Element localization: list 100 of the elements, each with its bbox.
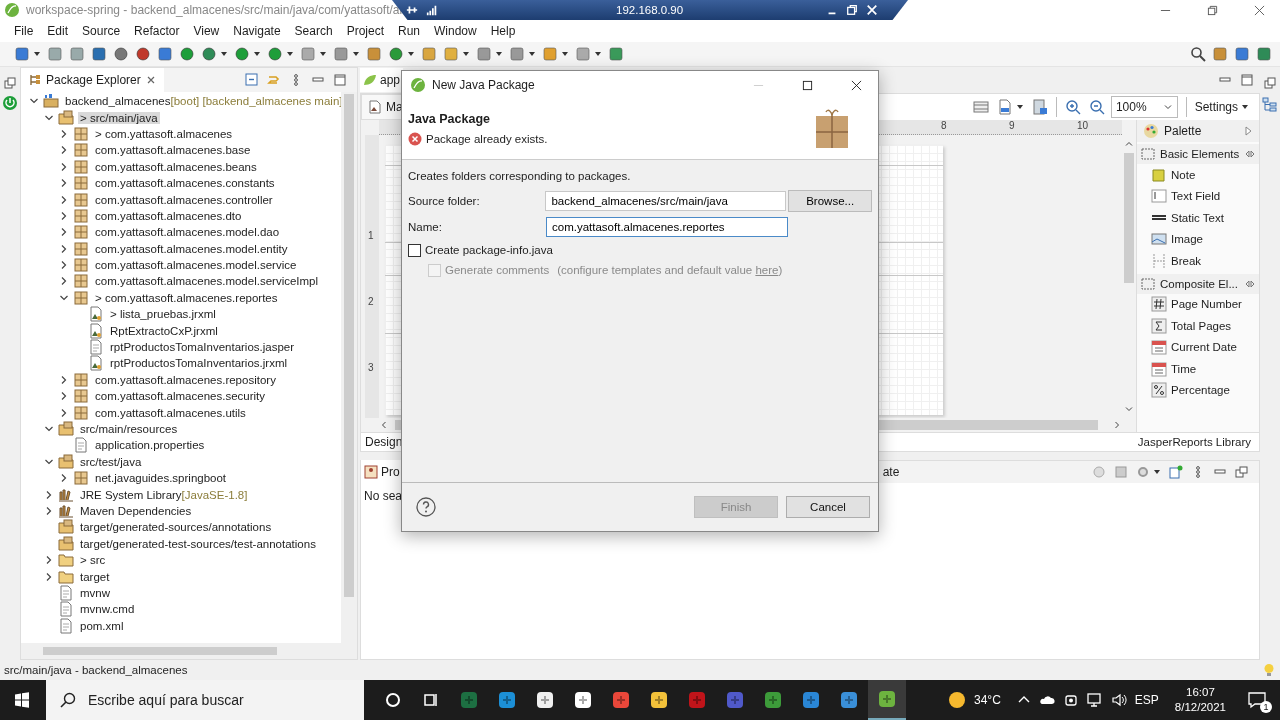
tree-item[interactable]: target/generated-sources/annotations — [78, 521, 274, 534]
tree-item[interactable]: > lista_pruebas.jrxml — [108, 308, 218, 321]
tree-item[interactable]: net.javaguides.springboot — [93, 472, 229, 485]
tree-item[interactable]: pom.xml — [78, 619, 126, 632]
menu-item[interactable]: Edit — [40, 24, 76, 38]
menu-item[interactable]: Refactor — [127, 24, 187, 38]
tree-item[interactable]: mvnw — [78, 586, 113, 599]
browse-button[interactable]: Browse... — [788, 190, 872, 212]
input-field[interactable]: com.yattasoft.almacenes.reportes — [546, 217, 788, 237]
caret-icon[interactable] — [561, 50, 569, 58]
chevron-icon[interactable] — [59, 178, 69, 189]
chevron-icon[interactable] — [44, 505, 54, 516]
search-field[interactable]: Escribe aquí para buscar — [46, 680, 364, 720]
tree-item[interactable]: RptExtractoCxP.jrxml — [108, 324, 220, 337]
tree-item[interactable]: > com.yattasoft.almacenes.reportes — [93, 291, 280, 304]
tree-item[interactable]: src/test/java — [78, 455, 144, 468]
network-icon[interactable] — [1086, 692, 1103, 708]
tree-item[interactable]: rptProductosTomaInventarios.jasper — [108, 341, 297, 354]
chevron-icon[interactable] — [59, 407, 69, 418]
chevron-icon[interactable] — [59, 276, 69, 287]
horizontal-scrollbar[interactable] — [21, 643, 357, 659]
checkbox-label[interactable]: Create package-info.java — [425, 244, 553, 256]
chevron-icon[interactable] — [44, 571, 54, 582]
close-icon[interactable] — [1254, 4, 1265, 16]
band-icon[interactable] — [972, 99, 989, 115]
tree-item[interactable]: > src — [78, 554, 108, 567]
tree-item[interactable]: mvnw.cmd — [78, 603, 137, 616]
chevron-icon[interactable] — [59, 194, 69, 205]
restore-icon[interactable] — [1207, 4, 1218, 16]
tree-item[interactable]: com.yattasoft.almacenes.constants — [93, 177, 277, 190]
menu-item[interactable]: View — [186, 24, 227, 38]
windows-icon[interactable] — [14, 692, 30, 708]
vertical-scrollbar[interactable] — [341, 92, 357, 643]
menu-item[interactable]: Search — [287, 24, 340, 38]
maximize-icon[interactable] — [802, 79, 813, 91]
search-icon[interactable] — [1190, 46, 1206, 62]
view-tab[interactable]: Package Explorer — [21, 68, 164, 92]
caret-icon[interactable] — [286, 50, 294, 58]
caret-icon[interactable] — [594, 50, 602, 58]
caret-icon[interactable] — [319, 50, 327, 58]
tree-item[interactable]: com.yattasoft.almacenes.model.service — [93, 259, 299, 272]
close-icon[interactable] — [145, 75, 156, 85]
zoom-in-icon[interactable] — [1064, 99, 1081, 115]
menu-item[interactable]: Help — [483, 24, 523, 38]
tree-item[interactable]: > com.yattasoft.almacenes — [93, 127, 235, 140]
caret-icon[interactable] — [220, 50, 228, 58]
clock[interactable]: 16:07 8/12/2021 — [1174, 685, 1226, 715]
chevron-icon[interactable] — [59, 128, 69, 139]
tree-item[interactable]: com.yattasoft.almacenes.controller — [93, 193, 275, 206]
palette-item[interactable]: Break — [1137, 250, 1259, 272]
caret-icon[interactable] — [495, 50, 503, 58]
editor-tab[interactable]: app — [360, 68, 404, 92]
caret-icon[interactable] — [1153, 468, 1161, 476]
menu-item[interactable]: Run — [391, 24, 427, 38]
palette-group[interactable]: Basic Elements — [1137, 144, 1259, 164]
chevron-icon[interactable] — [59, 145, 69, 156]
caret-icon[interactable] — [1015, 103, 1024, 111]
palette-item[interactable]: Static Text — [1137, 207, 1259, 229]
menu-item[interactable]: File — [7, 24, 41, 38]
palette-item[interactable]: Current Date — [1137, 336, 1259, 358]
temperature[interactable]: 34°C — [974, 693, 1001, 707]
chevron-icon[interactable] — [59, 243, 69, 254]
chevron-icon[interactable] — [44, 555, 54, 566]
caret-icon[interactable] — [33, 50, 41, 58]
menu-item[interactable]: Window — [427, 24, 484, 38]
chevron-icon[interactable] — [59, 391, 69, 402]
palette-item[interactable]: Image — [1137, 228, 1259, 250]
tree-item[interactable]: com.yattasoft.almacenes.security — [93, 390, 267, 403]
cortana-icon[interactable] — [383, 690, 403, 710]
tree-item[interactable]: com.yattasoft.almacenes.model.dao — [93, 226, 282, 239]
caret-icon[interactable] — [462, 50, 470, 58]
palette-item[interactable]: Total Pages — [1137, 315, 1259, 337]
notification-button[interactable]: 1 — [1234, 680, 1280, 720]
outline-icon[interactable] — [1262, 97, 1278, 113]
restore-icon[interactable] — [846, 4, 858, 16]
palette-item[interactable]: Time — [1137, 358, 1259, 380]
input-field[interactable]: backend_almacenes/src/main/java — [545, 191, 787, 211]
tree-item[interactable]: Maven Dependencies — [78, 504, 194, 517]
camera-icon[interactable] — [1062, 692, 1079, 708]
input-language[interactable]: ESP — [1134, 693, 1159, 707]
tree-item[interactable]: com.yattasoft.almacenes.model.entity — [93, 242, 290, 255]
chevron-icon[interactable] — [44, 489, 54, 500]
tree-item[interactable]: > src/main/java — [78, 111, 160, 124]
zoom-out-icon[interactable] — [1088, 99, 1105, 115]
caret-icon[interactable] — [352, 50, 360, 58]
speaker-icon[interactable] — [1110, 692, 1127, 708]
export-icon[interactable] — [1031, 99, 1048, 115]
caret-icon[interactable] — [528, 50, 536, 58]
tree-item[interactable]: com.yattasoft.almacenes.base — [93, 144, 253, 157]
tree-item[interactable]: src/main/resources — [78, 423, 180, 435]
view-tab[interactable]: ate — [882, 465, 900, 479]
tree-item[interactable]: com.yattasoft.almacenes.dto — [93, 209, 244, 222]
menu-item[interactable]: Navigate — [226, 24, 288, 38]
chevron-icon[interactable] — [44, 424, 54, 434]
tree-item[interactable]: target/generated-test-sources/test-annotations — [78, 537, 318, 550]
caret-icon[interactable] — [1241, 103, 1249, 111]
chevron-icon[interactable] — [59, 161, 69, 172]
palette-item[interactable]: Text Field — [1137, 185, 1259, 207]
chevron-icon[interactable] — [59, 260, 69, 271]
tree-item[interactable]: backend_almacenes[boot] [backend_almacenes main] — [63, 95, 341, 108]
